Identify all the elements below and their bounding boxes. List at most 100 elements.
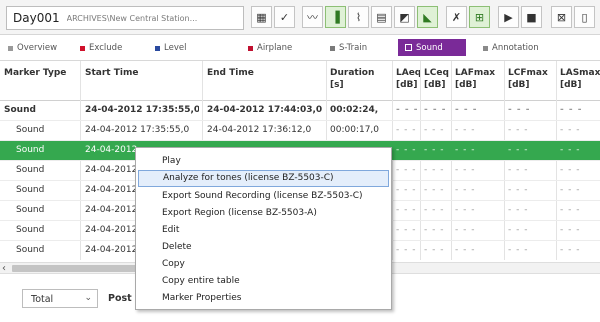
cell-marker-type: Sound xyxy=(16,185,45,195)
cell-lceq: - - - xyxy=(424,205,445,215)
cell-start-time: 24-04-2012 17:35:55,0 xyxy=(85,125,190,135)
map-icon[interactable]: ◩ xyxy=(394,6,415,28)
cell-marker-type: Sound xyxy=(16,125,45,135)
cell-laeq: - - - xyxy=(396,245,417,255)
cell-lasmax: - - - xyxy=(560,225,581,235)
filter-airplane[interactable]: Airplane xyxy=(248,42,292,54)
chart-area-icon[interactable]: ◣ xyxy=(417,6,438,28)
column-header-lasmax[interactable]: LASmax [dB] xyxy=(560,67,600,91)
filter-label: Exclude xyxy=(89,43,123,53)
table-row[interactable]: Sound 24-04-2012 17:35:55,0 24-04-2012 1… xyxy=(0,101,600,121)
column-header-label: Start Time xyxy=(85,68,139,78)
column-header-duration[interactable]: Duration [s] xyxy=(330,67,374,91)
bookmark-add-icon[interactable]: ▦ xyxy=(251,6,272,28)
column-header-start-time[interactable]: Start Time xyxy=(85,67,138,79)
table-icon[interactable]: ▤ xyxy=(371,6,392,28)
panel-icon[interactable]: ▯ xyxy=(574,6,595,28)
chevron-down-icon: ⌄ xyxy=(84,293,92,303)
filter-label: Sound xyxy=(416,42,443,53)
cell-lasmax: - - - xyxy=(560,105,583,115)
tool-group-window: ⊠ ▯ xyxy=(551,6,597,30)
filter-overview[interactable]: Overview xyxy=(8,42,57,54)
column-header-lafmax[interactable]: LAFmax [dB] xyxy=(455,67,495,91)
cell-lafmax: - - - xyxy=(455,185,476,195)
filter-exclude[interactable]: Exclude xyxy=(80,42,122,54)
filter-check-icon[interactable]: ✓ xyxy=(274,6,295,28)
s-train-swatch xyxy=(330,45,335,51)
annotation-swatch xyxy=(483,45,488,51)
play-icon[interactable]: ▶ xyxy=(498,6,519,28)
cell-duration: 00:00:17,0 xyxy=(330,125,380,135)
toolbar: Day001 ARCHIVES\New Central Station... ▦… xyxy=(0,0,600,35)
column-header-label: Marker Type xyxy=(4,68,67,78)
cell-lasmax: - - - xyxy=(560,165,581,175)
airplane-swatch xyxy=(248,45,253,51)
column-header-marker-type[interactable]: Marker Type xyxy=(4,67,66,79)
menu-item-play[interactable]: Play xyxy=(138,153,389,170)
column-header-end-time[interactable]: End Time xyxy=(207,67,254,79)
filter-sound[interactable]: Sound xyxy=(398,39,466,56)
event-icon[interactable]: ✗ xyxy=(446,6,467,28)
cell-lceq: - - - xyxy=(424,125,445,135)
menu-item-marker-properties[interactable]: Marker Properties xyxy=(138,290,389,307)
filter-label: Airplane xyxy=(257,43,293,53)
filter-annotation[interactable]: Annotation xyxy=(483,42,539,54)
cell-lasmax: - - - xyxy=(560,145,581,155)
cell-lcfmax: - - - xyxy=(508,205,529,215)
cell-lceq: - - - xyxy=(424,185,445,195)
cell-laeq: - - - xyxy=(396,125,417,135)
chart-line-icon[interactable]: 〰 xyxy=(302,6,323,28)
menu-item-analyze-tones[interactable]: Analyze for tones (license BZ-5503-C) xyxy=(138,170,389,187)
cell-laeq: - - - xyxy=(396,105,419,115)
chart-mixed-icon[interactable]: ⌇ xyxy=(348,6,369,28)
column-header-laeq[interactable]: LAeq [dB] xyxy=(396,67,421,91)
scrollbar-thumb[interactable] xyxy=(12,265,140,272)
cell-start-time: 24-04-2012 xyxy=(85,225,135,235)
column-header-lceq[interactable]: LCeq [dB] xyxy=(424,67,449,91)
cell-marker-type: Sound xyxy=(4,105,36,115)
column-header-lcfmax[interactable]: LCFmax [dB] xyxy=(508,67,548,91)
column-header-label: LCFmax xyxy=(508,68,548,78)
cell-lasmax: - - - xyxy=(560,245,581,255)
marker-filter-bar: Overview Exclude Level Airplane S-Train … xyxy=(0,36,600,60)
project-path: ARCHIVES\New Central Station... xyxy=(66,13,198,23)
column-header-label: LAFmax xyxy=(455,68,496,78)
total-select[interactable]: Total ⌄ xyxy=(22,289,98,308)
cell-lcfmax: - - - xyxy=(508,245,529,255)
window-icon[interactable]: ⊠ xyxy=(551,6,572,28)
cell-start-time: 24-04-2012 xyxy=(85,185,135,195)
chart-bar-icon[interactable]: ▐ xyxy=(325,6,346,28)
cell-laeq: - - - xyxy=(396,145,417,155)
filter-s-train[interactable]: S-Train xyxy=(330,42,367,54)
column-header-label: LASmax xyxy=(560,68,600,78)
cell-lasmax: - - - xyxy=(560,125,581,135)
cell-laeq: - - - xyxy=(396,185,417,195)
menu-item-copy[interactable]: Copy xyxy=(138,256,389,273)
exclude-swatch xyxy=(80,45,85,51)
grid-icon[interactable]: ⊞ xyxy=(469,6,490,28)
project-selector[interactable]: Day001 ARCHIVES\New Central Station... xyxy=(6,6,244,30)
filter-level[interactable]: Level xyxy=(155,42,186,54)
cell-lceq: - - - xyxy=(424,165,445,175)
cell-laeq: - - - xyxy=(396,165,417,175)
menu-item-edit[interactable]: Edit xyxy=(138,222,389,239)
column-header-unit: [dB] xyxy=(508,80,530,90)
scroll-left-icon[interactable]: ‹ xyxy=(2,263,6,274)
cell-lcfmax: - - - xyxy=(508,105,531,115)
cell-lcfmax: - - - xyxy=(508,145,529,155)
select-value: Total xyxy=(31,294,54,305)
table-row[interactable]: Sound 24-04-2012 17:35:55,0 24-04-2012 1… xyxy=(0,121,600,141)
stop-icon[interactable]: ■ xyxy=(521,6,542,28)
cell-end-time: 24-04-2012 17:44:03,0 xyxy=(207,105,323,115)
menu-item-delete[interactable]: Delete xyxy=(138,239,389,256)
cell-marker-type: Sound xyxy=(16,165,45,175)
cell-lafmax: - - - xyxy=(455,205,476,215)
cell-lasmax: - - - xyxy=(560,185,581,195)
menu-item-copy-table[interactable]: Copy entire table xyxy=(138,273,389,290)
column-header-label: LAeq xyxy=(396,68,422,78)
cell-start-time: 24-04-2012 xyxy=(85,205,135,215)
menu-item-export-region[interactable]: Export Region (license BZ-5503-A) xyxy=(138,205,389,222)
cell-lcfmax: - - - xyxy=(508,165,529,175)
column-header-unit: [dB] xyxy=(396,80,418,90)
menu-item-export-sound[interactable]: Export Sound Recording (license BZ-5503-… xyxy=(138,188,389,205)
